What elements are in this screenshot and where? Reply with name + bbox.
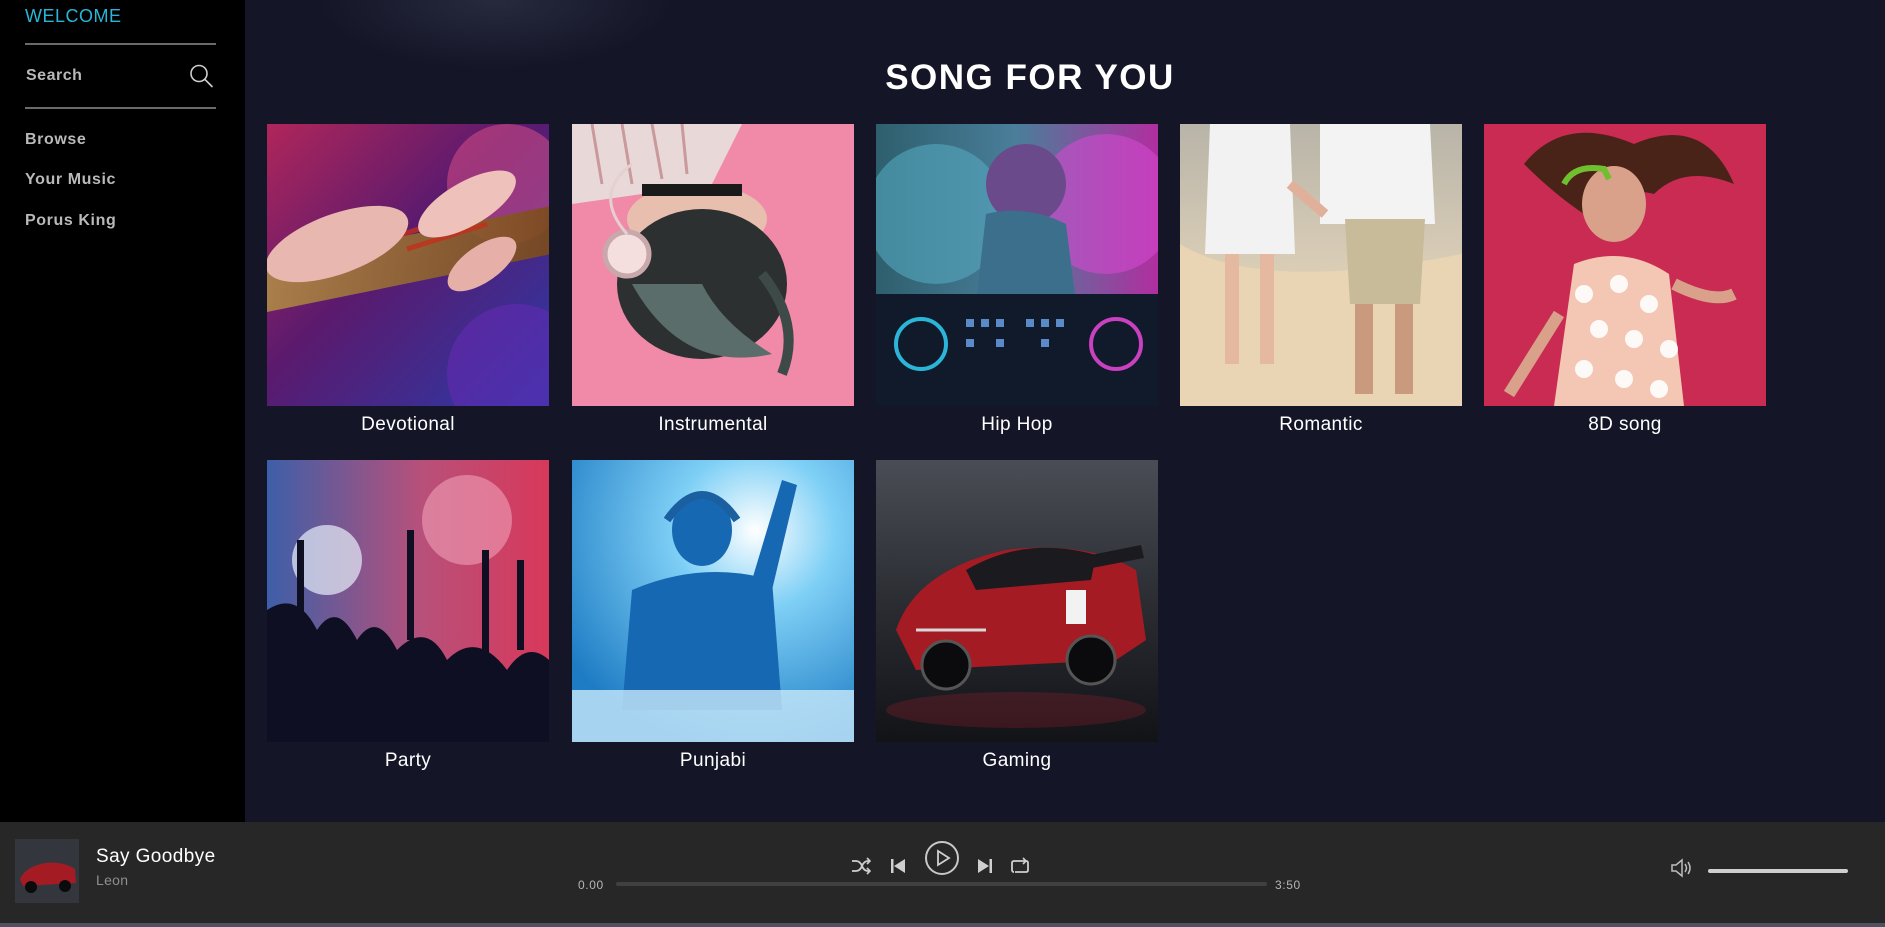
window-bottom-edge xyxy=(0,923,1885,927)
category-label: Party xyxy=(384,750,432,771)
category-card-devotional[interactable]: Devotional xyxy=(267,124,549,436)
nav-item-porus-king[interactable]: Porus King xyxy=(25,212,116,230)
category-image xyxy=(572,460,854,742)
category-image xyxy=(1484,124,1766,406)
sidebar: WELCOME Search Browse Your Music Porus K… xyxy=(0,0,245,822)
duration: 3:50 xyxy=(1275,878,1301,892)
player-bar: Say Goodbye Leon 0.00 3:50 xyxy=(0,822,1885,927)
now-playing-artist: Leon xyxy=(96,872,129,888)
category-image xyxy=(876,124,1158,406)
now-playing-thumbnail xyxy=(15,839,79,903)
search-label[interactable]: Search xyxy=(26,67,82,85)
category-label: Hip Hop xyxy=(981,414,1053,435)
volume-slider[interactable] xyxy=(1708,869,1848,873)
nav-item-your-music[interactable]: Your Music xyxy=(25,171,116,189)
repeat-icon[interactable] xyxy=(1010,856,1030,876)
category-card-hip-hop[interactable]: Hip Hop xyxy=(876,124,1158,436)
divider xyxy=(25,107,216,109)
play-button[interactable] xyxy=(925,841,959,875)
category-image xyxy=(572,124,854,406)
category-card-punjabi[interactable]: Punjabi xyxy=(572,460,854,772)
play-icon xyxy=(937,849,951,867)
search-icon[interactable] xyxy=(188,63,214,89)
category-image xyxy=(267,460,549,742)
category-card-romantic[interactable]: Romantic xyxy=(1180,124,1462,436)
category-image xyxy=(1180,124,1462,406)
category-label: Gaming xyxy=(982,750,1052,771)
progress-bar[interactable] xyxy=(616,882,1267,886)
category-card-gaming[interactable]: Gaming xyxy=(876,460,1158,772)
volume-icon[interactable] xyxy=(1670,858,1694,878)
category-image xyxy=(267,124,549,406)
page-title: SONG FOR YOU xyxy=(885,58,1175,97)
divider xyxy=(25,43,216,45)
shuffle-icon[interactable] xyxy=(851,856,871,876)
main-content: SONG FOR YOU Devotional Instrumental Hip… xyxy=(245,0,1885,822)
category-label: Punjabi xyxy=(679,750,747,771)
category-label: Romantic xyxy=(1279,414,1363,435)
category-card-instrumental[interactable]: Instrumental xyxy=(572,124,854,436)
nav-item-browse[interactable]: Browse xyxy=(25,131,86,149)
category-card-party[interactable]: Party xyxy=(267,460,549,772)
welcome-heading: WELCOME xyxy=(25,6,122,26)
next-icon[interactable] xyxy=(975,856,995,876)
category-image xyxy=(876,460,1158,742)
category-card-8d-song[interactable]: 8D song xyxy=(1484,124,1766,436)
current-time: 0.00 xyxy=(578,878,604,892)
category-label: 8D song xyxy=(1588,414,1662,435)
now-playing-title: Say Goodbye xyxy=(96,846,216,867)
category-label: Instrumental xyxy=(658,414,768,435)
previous-icon[interactable] xyxy=(888,856,908,876)
category-label: Devotional xyxy=(361,414,455,435)
